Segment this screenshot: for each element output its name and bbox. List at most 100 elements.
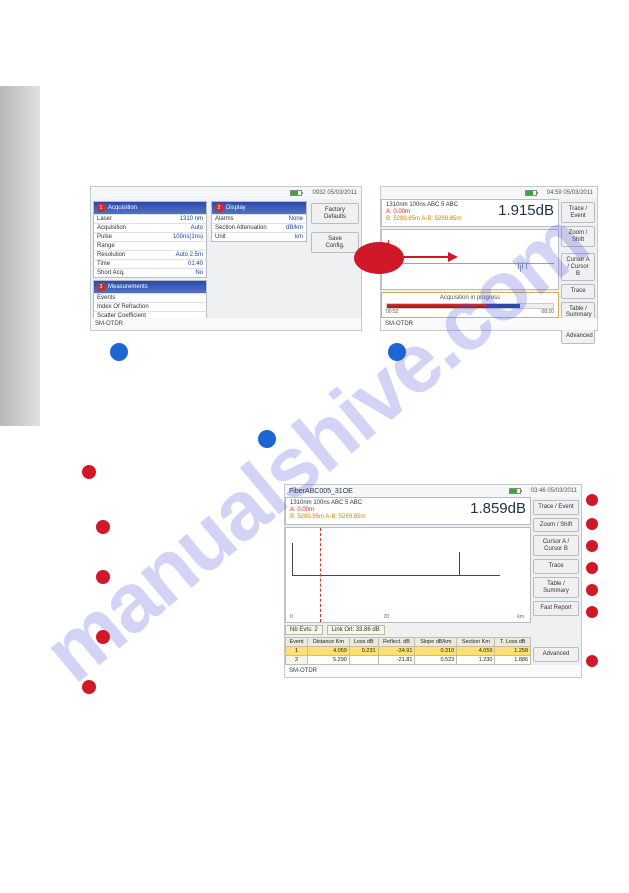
softkey-column: Trace / Event Zoom / Shift Cursor A / Cu… [559, 199, 597, 318]
advanced-button[interactable]: Advanced [561, 329, 595, 344]
loss-readout: 1.859dB [470, 500, 526, 517]
otdr-trace-graph[interactable] [381, 229, 559, 290]
display-panel[interactable]: 2 Display AlarmsNone Section Attenuation… [211, 201, 307, 242]
progress-label: Acquisition in progress [440, 295, 500, 301]
events-table[interactable]: Event Distance Km Loss dB Reflect. dB Sl… [285, 637, 531, 665]
callout-dot [96, 520, 110, 534]
panel-title: Display [226, 205, 246, 211]
acquisition-panel[interactable]: 1 Acquisition Laser1310 nm AcquisitionAu… [93, 201, 207, 278]
col-header[interactable]: Reflect. dB [378, 638, 415, 647]
battery-icon [509, 488, 521, 494]
cursor-ab-button[interactable]: Cursor A / Cursor B [533, 535, 579, 556]
link-orl: Link Orl: 33.86 dB [327, 625, 385, 635]
setting-line[interactable]: Events [94, 293, 206, 302]
callout-dot [258, 430, 276, 448]
start-test-callout [354, 242, 404, 274]
callout-dot [82, 465, 96, 479]
panel-title: Acquisition [108, 205, 137, 211]
zoom-shift-button[interactable]: Zoom / Shift [561, 226, 595, 247]
setting-line[interactable]: Index Of Refraction [94, 302, 206, 311]
battery-icon [525, 190, 537, 196]
trace-info-strip: 1310nm 100ns ABC 5 ABC A: 0.00m B: 5289.… [285, 497, 531, 525]
cursor-b-readout: B: 5289.85m A-B: 5289.85m [386, 216, 461, 223]
cursor-ab-button[interactable]: Cursor A / Cursor B [561, 253, 595, 281]
fast-report-button[interactable]: Fast Report [533, 601, 579, 616]
footer-tab[interactable]: SM-OTDR [95, 321, 123, 327]
results-screenshot: FiberABC005_31OE 03:46 05/03/2011 1310nm… [284, 484, 582, 678]
cursor-b-readout: B: 5289.85m A-B: 5289.85m [290, 514, 365, 521]
cursor-a-readout: A: 0.00m [386, 209, 461, 216]
clock: 0932 05/03/2011 [312, 190, 357, 196]
trace-button[interactable]: Trace [533, 559, 579, 574]
clock: 04:59 05/03/2011 [547, 190, 593, 196]
trace-button[interactable]: Trace [561, 284, 595, 299]
setup-screenshot: 0932 05/03/2011 1 Acquisition Laser1310 … [90, 186, 362, 331]
table-row[interactable]: 14.0590.231-34.910.3104.0591.258 [286, 647, 531, 656]
table-summary-button[interactable]: Table / Summary [533, 577, 579, 598]
callout-dot [586, 606, 598, 618]
col-header[interactable]: T. Loss dB [495, 638, 531, 647]
loss-readout: 1.915dB [498, 202, 554, 219]
cursor-a-line[interactable] [320, 528, 321, 622]
callout-dot [586, 562, 598, 574]
acq-params: 1310nm 100ns ABC 5 ABC [290, 500, 365, 507]
event-count: Nb Evts: 2 [285, 625, 323, 635]
callout-dot [388, 343, 406, 361]
setting-row[interactable]: Time01:40 [94, 259, 206, 268]
col-header[interactable]: Loss dB [349, 638, 378, 647]
callout-dot [586, 540, 598, 552]
summary-strip: Nb Evts: 2 Link Orl: 33.86 dB [285, 625, 531, 635]
arrow-head-icon [448, 252, 458, 262]
callout-dot [586, 655, 598, 667]
callout-dot [110, 343, 128, 361]
col-header[interactable]: Slope dB/km [415, 638, 457, 647]
setting-row[interactable]: Section AttenuationdB/km [212, 223, 306, 232]
footer-tab[interactable]: SM-OTDR [385, 321, 413, 327]
progress-total: 08:20 [541, 309, 554, 315]
panel-number: 2 [215, 204, 223, 212]
progress-box: Acquisition in progress 00:52 08:20 [381, 292, 559, 318]
status-bar: 04:59 05/03/2011 [381, 187, 597, 199]
acquisition-screenshot: 04:59 05/03/2011 1310nm 100ns ABC 5 ABC … [380, 186, 598, 331]
setting-row[interactable]: AlarmsNone [212, 214, 306, 223]
callout-dot [586, 494, 598, 506]
status-bar: FiberABC005_31OE 03:46 05/03/2011 [285, 485, 581, 497]
setting-row[interactable]: Unitkm [212, 232, 306, 241]
trace-event-button[interactable]: Trace / Event [561, 202, 595, 223]
clock: 03:46 05/03/2011 [531, 488, 577, 494]
footer-tab[interactable]: SM-OTDR [289, 668, 317, 674]
panel-title: Measurements [108, 284, 148, 290]
status-bar: 0932 05/03/2011 [91, 187, 361, 199]
callout-dot [96, 570, 110, 584]
setting-row[interactable]: ResolutionAuto 2.5m [94, 250, 206, 259]
callout-dot [82, 680, 96, 694]
col-header[interactable]: Distance Km [308, 638, 350, 647]
otdr-trace-graph[interactable]: 0 20 km [285, 527, 531, 623]
col-header[interactable]: Section Km [457, 638, 495, 647]
battery-icon [290, 190, 302, 196]
trace-info-strip: 1310nm 100ns ABC 5 ABC A: 0.00m B: 5289.… [381, 199, 559, 227]
trace-event-button[interactable]: Trace / Event [533, 500, 579, 515]
setting-row[interactable]: Laser1310 nm [94, 214, 206, 223]
file-name: FiberABC005_31OE [289, 488, 353, 495]
setting-row[interactable]: Range [94, 241, 206, 250]
table-row[interactable]: 25.290-21.810.5231.2301.886 [286, 656, 531, 665]
callout-dot [96, 630, 110, 644]
setting-row[interactable]: Pulse100ns(1ns) [94, 232, 206, 241]
panel-number: 1 [97, 204, 105, 212]
progress-elapsed: 00:52 [386, 309, 399, 315]
save-config-button[interactable]: Save Config. [311, 232, 359, 253]
left-grey-strip [0, 86, 40, 426]
zoom-shift-button[interactable]: Zoom / Shift [533, 518, 579, 533]
setting-row[interactable]: AcquisitionAuto [94, 223, 206, 232]
setting-row[interactable]: Short Acq.No [94, 268, 206, 277]
cursor-a-readout: A: 0.00m [290, 507, 365, 514]
advanced-button[interactable]: Advanced [533, 647, 579, 662]
factory-defaults-button[interactable]: Factory Defaults [311, 203, 359, 224]
softkey-column: Trace / Event Zoom / Shift Cursor A / Cu… [531, 497, 581, 665]
col-header[interactable]: Event [286, 638, 308, 647]
callout-dot [586, 584, 598, 596]
callout-dot [586, 518, 598, 530]
acq-params: 1310nm 100ns ABC 5 ABC [386, 202, 461, 209]
panel-number: 3 [97, 283, 105, 291]
